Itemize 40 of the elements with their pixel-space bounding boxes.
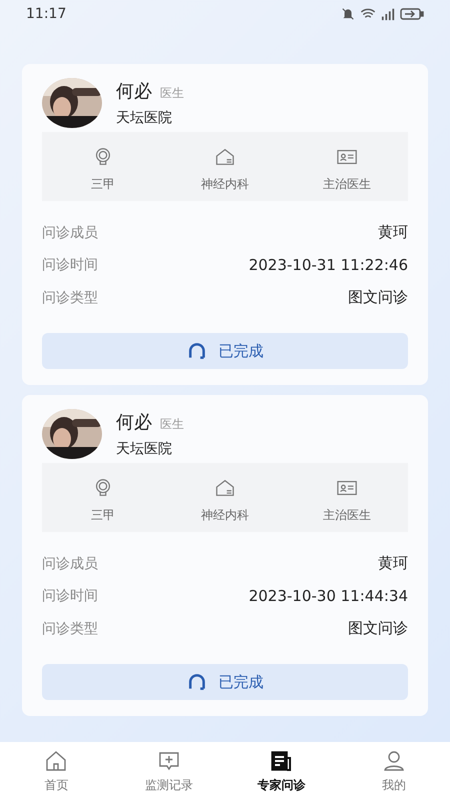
field-value: 图文问诊 [348, 288, 408, 307]
field-value: 2023-10-30 11:44:34 [248, 587, 408, 605]
doctor-name: 何必 [116, 80, 152, 103]
field-label: 问诊时间 [42, 587, 98, 605]
field-value: 图文问诊 [348, 619, 408, 638]
headset-icon [186, 672, 206, 692]
tag-label: 神经内科 [201, 507, 249, 524]
tag-label: 主治医生 [323, 176, 371, 193]
signal-icon [381, 7, 395, 21]
battery-icon [400, 8, 424, 20]
tag-label: 三甲 [91, 176, 115, 193]
hospital-name: 天坛医院 [116, 440, 173, 458]
doctor-name: 何必 [116, 411, 152, 434]
doctor-title: 医生 [160, 85, 184, 102]
bell-off-icon [341, 7, 355, 21]
status-time: 11:17 [26, 6, 66, 22]
tab-button[interactable]: 我的 [338, 742, 450, 800]
consultation-card[interactable]: 何必 医生 天坛医院 三甲 神经内科 主治医生 问诊成员 黄珂 问诊时间 2023-10-31 11:22:46 问诊类型 图文问诊 已完成 [22, 64, 428, 385]
status-button[interactable]: 已完成 [42, 664, 408, 700]
tab-button[interactable]: 专家问诊 [225, 742, 338, 800]
field-label: 问诊类型 [42, 288, 98, 306]
tab-button[interactable]: 首页 [0, 742, 112, 800]
field-label: 问诊类型 [42, 620, 98, 638]
field-label: 问诊成员 [42, 554, 98, 572]
field-label: 问诊时间 [42, 256, 98, 274]
field-value: 2023-10-31 11:22:46 [248, 256, 408, 274]
field-label: 问诊成员 [42, 224, 98, 242]
doctor-title: 医生 [160, 416, 184, 433]
field-value: 黄珂 [378, 223, 408, 242]
tab-button[interactable]: 监测记录 [112, 742, 225, 800]
tag-label: 三甲 [91, 507, 115, 524]
house-icon [214, 477, 236, 499]
house-icon [214, 146, 236, 168]
tag-label: 主治医生 [323, 507, 371, 524]
hospital-name: 天坛医院 [116, 109, 173, 127]
tag-label: 神经内科 [201, 176, 249, 193]
field-value: 黄珂 [378, 554, 408, 573]
consultation-card[interactable]: 何必 医生 天坛医院 三甲 神经内科 主治医生 问诊成员 黄珂 问诊时间 2023-10-30 11:44:34 问诊类型 图文问诊 已完成 [22, 395, 428, 716]
headset-icon [186, 341, 206, 361]
status-button[interactable]: 已完成 [42, 333, 408, 369]
